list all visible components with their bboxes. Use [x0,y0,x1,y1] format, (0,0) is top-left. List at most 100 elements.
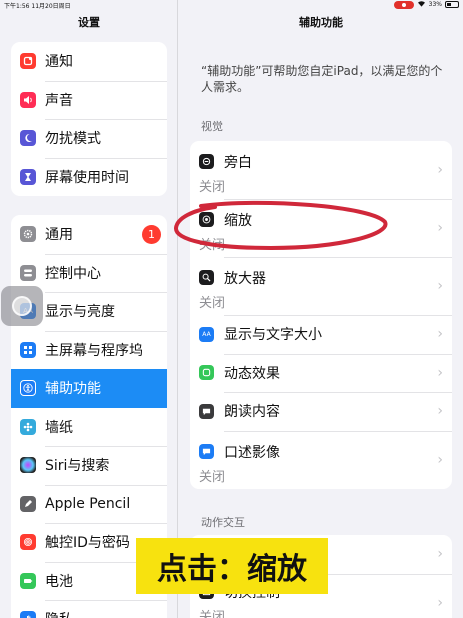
sidebar-item-home-screen-dock[interactable]: 主屏幕与程序坞 [11,330,167,370]
sidebar-item-label: 主屏幕与程序坞 [45,342,143,359]
sidebar-item-wallpaper[interactable]: 墙纸 [11,408,167,447]
row-magnifier[interactable]: 放大器 关闭 › [190,257,452,315]
speaker-icon [20,91,36,108]
row-voiceover[interactable]: 旁白 关闭 › [190,141,452,199]
sidebar-item-label: 声音 [45,92,73,109]
row-motion[interactable]: 动态效果 › [190,353,452,393]
chevron-right-icon: › [437,326,443,343]
row-audio-descriptions[interactable]: 口述影像 关闭 › [190,430,452,489]
status-time-date: 下午1:56 11月20日周日 [4,3,71,10]
sidebar-group-notifications: 通知 声音 勿扰模式 屏幕使用时间 [11,42,167,196]
screen-recording-icon [393,0,414,9]
row-texts: 动态效果 [224,363,280,383]
zoom-icon [199,212,214,227]
accessibility-panel: 辅助功能 “辅助功能”可帮助您自定iPad，以满足您的个人需求。 视觉 旁白 关… [179,0,463,618]
motion-icon [199,365,214,381]
moon-icon [20,130,36,147]
battery-percent: 33% [428,1,442,8]
sidebar-item-apple-pencil[interactable]: Apple Pencil [11,484,167,524]
audio-description-icon [199,443,214,459]
sidebar-item-screen-time[interactable]: 屏幕使用时间 [11,157,167,197]
section-header-physical-motor: 动作交互 [201,516,245,529]
page-description: “辅助功能”可帮助您自定iPad，以满足您的个人需求。 [201,64,443,94]
notification-badge: 1 [142,225,161,244]
grid-icon [20,341,36,358]
siri-icon [20,457,36,474]
speech-bubble-icon [199,403,214,419]
sidebar-item-label: 控制中心 [45,265,101,282]
gear-icon [20,226,36,243]
magnifier-icon [199,270,214,285]
page-title: 辅助功能 [299,16,343,29]
row-value: 关闭 [199,296,226,311]
chevron-right-icon: › [437,162,443,178]
row-spoken-content[interactable]: 朗读内容 › [190,392,452,431]
row-texts: 缩放 关闭 [199,210,252,253]
sidebar-item-label: Siri与搜索 [45,458,110,475]
chevron-right-icon: › [437,546,443,563]
assistive-touch-dot [12,296,32,316]
sidebar-item-siri-search[interactable]: Siri与搜索 [11,446,167,485]
fingerprint-icon [20,534,36,551]
row-zoom[interactable]: 缩放 关闭 › [190,199,452,257]
sidebar-item-label: 辅助功能 [45,381,101,398]
row-texts: 旁白 关闭 [199,152,252,195]
hourglass-icon [20,168,36,185]
sidebar-item-label: 隐私 [45,609,73,618]
sidebar-title: 设置 [78,16,100,29]
status-indicators: 33% [393,0,459,9]
ipad-screen: 设置 通知 声音 勿扰模式 屏幕使用时间 通用 1 控制中心 显示与亮度 主屏幕… [0,0,463,618]
chevron-right-icon: › [437,278,443,294]
flower-icon [20,418,36,435]
battery-icon [20,572,36,589]
assistive-touch-button[interactable] [1,286,43,326]
row-label: 缩放 [224,213,252,229]
sidebar-item-label: 通知 [45,54,73,71]
chevron-right-icon: › [437,220,443,236]
row-value: 关闭 [199,609,226,618]
section-header-vision: 视觉 [201,120,223,133]
sidebar-item-notifications[interactable]: 通知 [11,42,167,81]
row-value: 关闭 [199,180,226,195]
sidebar-item-general[interactable]: 通用 1 [11,215,167,254]
chevron-right-icon: › [437,364,443,381]
row-value: 关闭 [199,238,226,253]
sidebar-item-label: 电池 [45,573,73,590]
chevron-right-icon: › [437,451,443,468]
battery-status-icon [445,1,459,8]
row-label: 口述影像 [224,444,280,461]
sidebar-item-label: 勿扰模式 [45,131,101,148]
switches-icon [20,264,36,281]
row-label: 朗读内容 [224,404,280,421]
wifi-icon [417,0,426,9]
text-size-icon: AA [199,326,214,342]
sidebar-item-label: 触控ID与密码 [45,535,130,552]
bell-icon [20,53,36,70]
row-texts: 朗读内容 [224,401,280,421]
sidebar-item-do-not-disturb[interactable]: 勿扰模式 [11,119,167,158]
sidebar-item-label: 墙纸 [45,419,73,436]
caption-overlay: 点击：缩放 [136,538,328,594]
sidebar-item-label: Apple Pencil [45,495,131,512]
sidebar-item-label: 显示与亮度 [45,304,115,321]
settings-sidebar: 设置 通知 声音 勿扰模式 屏幕使用时间 通用 1 控制中心 显示与亮度 主屏幕… [0,0,178,618]
row-label: 放大器 [224,271,266,287]
chevron-right-icon: › [437,594,443,611]
row-label: 旁白 [224,155,252,171]
sidebar-item-sounds[interactable]: 声音 [11,80,167,120]
pencil-icon [20,495,36,512]
row-value: 关闭 [199,469,226,485]
vision-settings-card: 旁白 关闭 › 缩放 关闭 › 放大器 关闭 › AA 显示与文字大小 › 动态… [190,141,452,489]
sidebar-item-accessibility[interactable]: 辅助功能 [11,369,167,408]
hand-icon [20,611,36,618]
voiceover-icon [199,154,214,169]
chevron-right-icon: › [437,403,443,420]
sidebar-item-label: 通用 [45,227,73,244]
sidebar-item-privacy[interactable]: 隐私 [11,600,167,618]
sidebar-item-label: 屏幕使用时间 [45,169,129,186]
row-texts: 显示与文字大小 [224,324,322,344]
row-label: 显示与文字大小 [224,327,322,344]
row-display-text-size[interactable]: AA 显示与文字大小 › [190,315,452,354]
row-texts: 放大器 关闭 [199,268,266,311]
accessibility-icon [20,380,36,397]
